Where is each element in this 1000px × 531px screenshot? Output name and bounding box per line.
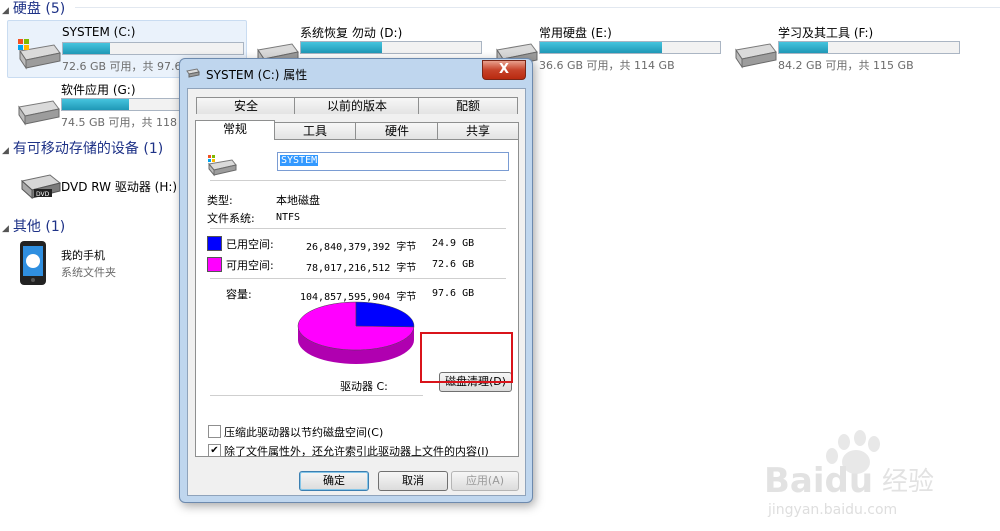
capacity-label: 容量: <box>226 288 252 301</box>
tab-hardware[interactable]: 硬件 <box>355 122 439 139</box>
drive-usage-bar <box>778 41 960 54</box>
watermark-url: jingyan.baidu.com <box>767 502 897 518</box>
dvd-drive-name: DVD RW 驱动器 (H:) <box>61 180 178 194</box>
drive-usage-fill <box>540 42 663 53</box>
hard-drive-windows-icon <box>208 155 237 177</box>
hard-drive-windows-icon <box>18 39 61 70</box>
cancel-button[interactable]: 取消 <box>378 471 448 491</box>
drive-small-icon <box>186 68 200 78</box>
tab-quota[interactable]: 配额 <box>418 97 518 114</box>
type-label: 类型: <box>207 194 233 207</box>
phone-icon <box>20 241 46 285</box>
dvd-drive[interactable]: DVD DVD RW 驱动器 (H:) <box>10 163 178 207</box>
drive-free-space: 84.2 GB 可用，共 115 GB <box>778 59 914 72</box>
index-label: 除了文件属性外，还允许索引此驱动器上文件的内容(I) <box>224 445 489 458</box>
filesystem-label: 文件系统: <box>207 212 255 225</box>
index-checkbox[interactable]: ✔ <box>208 444 221 457</box>
tab-tools[interactable]: 工具 <box>273 122 357 139</box>
used-space-bytes: 26,840,379,392 字节 <box>306 242 417 253</box>
compress-checkbox[interactable] <box>208 425 221 438</box>
annotation-highlight-box <box>420 332 513 383</box>
tab-sharing[interactable]: 共享 <box>437 122 519 139</box>
drive-name: 学习及其工具 (F:) <box>778 26 874 40</box>
tab-previous-versions[interactable]: 以前的版本 <box>294 97 420 114</box>
volume-label-input[interactable]: SYSTEM <box>277 152 509 171</box>
section-divider <box>75 7 1000 8</box>
drive-name: 系统恢复 勿动 (D:) <box>300 26 403 40</box>
drive-name: 软件应用 (G:) <box>61 83 136 97</box>
free-space-label: 可用空间: <box>226 259 274 272</box>
tab-security[interactable]: 安全 <box>196 97 296 114</box>
hard-drive-icon <box>735 43 777 69</box>
drive-name: SYSTEM (C:) <box>62 25 136 39</box>
dvd-drive-icon: DVD <box>20 174 62 200</box>
phone-name: 我的手机 <box>61 249 105 262</box>
pie-used-slice <box>355 301 415 328</box>
drive-usage-bar <box>300 41 482 54</box>
used-space-label: 已用空间: <box>226 238 274 251</box>
free-space-swatch <box>207 257 222 272</box>
phone-type: 系统文件夹 <box>61 266 116 279</box>
compress-label: 压缩此驱动器以节约磁盘空间(C) <box>224 426 384 439</box>
collapse-arrow-icon[interactable]: ◢ <box>2 146 9 156</box>
section-hard-disks[interactable]: ◢ 硬盘 (5) <box>2 0 65 18</box>
collapse-arrow-icon[interactable]: ◢ <box>2 224 9 234</box>
dialog-body: 安全 以前的版本 配额 常规 工具 硬件 共享 SYSTEM 类型: 本地磁盘 … <box>187 88 526 496</box>
drive-f[interactable]: 学习及其工具 (F:) 84.2 GB 可用，共 115 GB <box>724 20 962 76</box>
drive-free-space: 36.6 GB 可用，共 114 GB <box>539 59 675 72</box>
dialog-title: SYSTEM (C:) 属性 <box>206 68 308 82</box>
drive-usage-fill <box>301 42 382 53</box>
collapse-arrow-icon[interactable]: ◢ <box>2 6 9 16</box>
section-other[interactable]: ◢ 其他 (1) <box>2 216 65 236</box>
drive-letter-label: 驱动器 C: <box>340 380 388 393</box>
watermark-cn: 经验 <box>882 467 934 497</box>
properties-dialog: SYSTEM (C:) 属性 X 安全 以前的版本 配额 常规 工具 硬件 共享… <box>179 58 533 503</box>
capacity-gb: 97.6 GB <box>432 288 475 299</box>
free-space-gb: 72.6 GB <box>432 259 475 270</box>
ok-button[interactable]: 确定 <box>299 471 369 491</box>
drive-name: 常用硬盘 (E:) <box>539 26 612 40</box>
drive-free-space: 74.5 GB 可用，共 118 <box>61 116 178 129</box>
used-space-gb: 24.9 GB <box>432 238 475 249</box>
phone-device[interactable]: 我的手机 系统文件夹 <box>18 240 178 288</box>
baidu-watermark: Baidu 经验 jingyan.baidu.com <box>764 430 934 518</box>
disk-usage-pie <box>297 301 415 364</box>
free-space-bytes: 78,017,216,512 字节 <box>306 263 417 274</box>
drive-usage-fill <box>62 99 129 110</box>
drive-usage-fill <box>779 42 828 53</box>
tab-general[interactable]: 常规 <box>195 120 275 140</box>
filesystem-value: NTFS <box>276 212 301 223</box>
type-value: 本地磁盘 <box>276 194 320 207</box>
separator <box>210 228 506 229</box>
separator <box>210 180 506 181</box>
general-tab-panel: SYSTEM 类型: 本地磁盘 文件系统: NTFS 已用空间: 26,840,… <box>195 139 519 458</box>
close-button[interactable]: X <box>482 60 526 80</box>
separator <box>210 278 506 279</box>
apply-button[interactable]: 应用(A) <box>451 471 519 491</box>
section-removable[interactable]: ◢ 有可移动存储的设备 (1) <box>2 138 163 158</box>
svg-text:DVD: DVD <box>36 191 50 198</box>
drive-usage-bar <box>62 42 244 55</box>
drive-usage-fill <box>63 43 110 54</box>
drive-usage-bar <box>539 41 721 54</box>
dialog-titlebar[interactable]: SYSTEM (C:) 属性 X <box>180 59 532 87</box>
used-space-swatch <box>207 236 222 251</box>
watermark-brand: Baidu <box>764 461 873 501</box>
hard-drive-icon <box>18 100 60 126</box>
separator <box>210 395 423 396</box>
volume-label-text: SYSTEM <box>280 155 319 166</box>
